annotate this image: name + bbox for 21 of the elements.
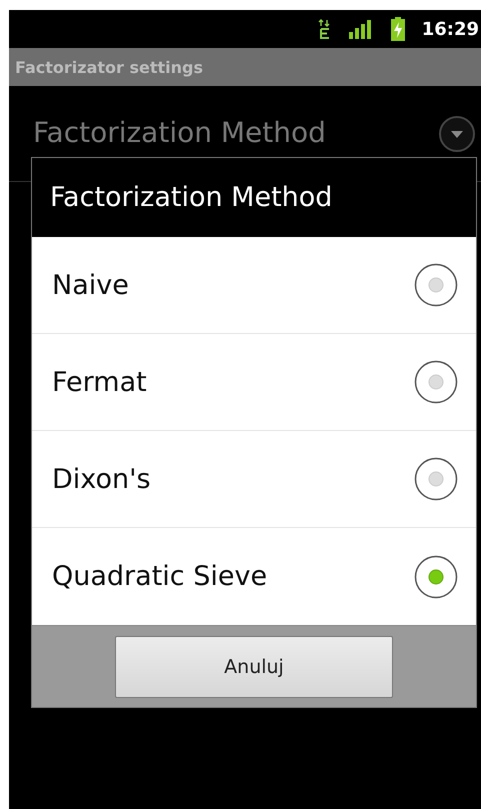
app-title: Factorizator settings: [15, 58, 204, 76]
data-edge-icon: [318, 19, 332, 39]
option-label: Quadratic Sieve: [52, 561, 268, 592]
option-item[interactable]: Dixon's: [32, 431, 476, 528]
signal-icon: [348, 19, 374, 39]
option-label: Fermat: [52, 366, 147, 398]
dropdown-icon: [439, 116, 475, 152]
radio-button[interactable]: [414, 457, 458, 501]
preference-title: Factorization Method: [33, 116, 326, 149]
dialog-title: Factorization Method: [50, 182, 332, 213]
radio-button[interactable]: [414, 360, 458, 404]
option-label: Dixon's: [52, 464, 151, 494]
clock-time: 16:29: [422, 18, 479, 40]
option-item[interactable]: Naive: [32, 237, 476, 334]
battery-charging-icon: [390, 17, 406, 41]
radio-button[interactable]: [414, 554, 458, 598]
option-item[interactable]: Quadratic Sieve: [32, 528, 476, 625]
cancel-button[interactable]: Anuluj: [115, 636, 393, 698]
option-item[interactable]: Fermat: [32, 334, 476, 431]
option-label: Naive: [52, 270, 129, 300]
radio-button[interactable]: [414, 263, 458, 307]
